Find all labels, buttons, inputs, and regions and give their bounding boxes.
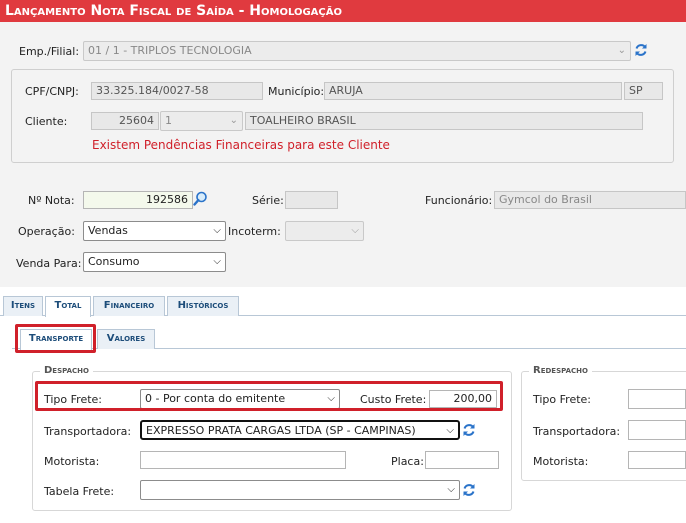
cliente-seq-value: 1 — [165, 114, 172, 127]
operacao-select[interactable]: Vendas ⌵ — [83, 221, 226, 241]
redespacho-tipo-frete-label: Tipo Frete: — [533, 393, 592, 406]
nota-label: Nº Nota: — [28, 194, 75, 207]
refresh-icon[interactable] — [633, 42, 649, 58]
municipio-label: Município: — [268, 85, 325, 98]
chevron-down-icon: ⌵ — [213, 256, 221, 267]
venda-label: Venda Para: — [16, 257, 82, 270]
venda-select[interactable]: Consumo ⌵ — [83, 252, 226, 272]
magnifier-icon[interactable] — [193, 191, 208, 206]
tab-financeiro[interactable]: Financeiro — [93, 296, 165, 316]
tab-total[interactable]: Total — [45, 296, 91, 317]
despacho-legend: Despacho — [40, 365, 93, 376]
cpf-field[interactable]: 33.325.184/0027-58 — [91, 82, 263, 100]
placa-field[interactable] — [425, 451, 499, 469]
municipio-field[interactable]: ARUJA — [324, 82, 622, 100]
redespacho-legend: Redespacho — [529, 365, 592, 376]
operacao-select-value: Vendas — [88, 224, 128, 237]
transportadora-label: Transportadora: — [44, 425, 132, 438]
motorista-field[interactable] — [140, 451, 346, 469]
highlight-frete-row — [35, 381, 503, 411]
refresh-icon[interactable] — [461, 482, 477, 498]
cpf-label: CPF/CNPJ: — [25, 85, 79, 98]
chevron-down-icon: ⌵ — [213, 225, 221, 236]
emp-select-value: 01 / 1 - TRIPLOS TECNOLOGIA — [88, 44, 252, 57]
cliente-code-field[interactable]: 25604 — [91, 112, 159, 130]
cliente-label: Cliente: — [25, 115, 68, 128]
tab-itens[interactable]: Itens — [3, 296, 43, 316]
emp-select[interactable]: 01 / 1 - TRIPLOS TECNOLOGIA ⌄ — [83, 41, 631, 61]
cliente-name-field[interactable]: TOALHEIRO BRASIL — [245, 112, 643, 130]
uf-field[interactable]: SP — [624, 82, 663, 100]
venda-select-value: Consumo — [88, 255, 140, 268]
chevron-down-icon: ⌵ — [351, 225, 359, 236]
redespacho-motorista-label: Motorista: — [533, 455, 589, 468]
serie-field[interactable] — [285, 191, 338, 209]
redespacho-tipo-frete-select[interactable] — [628, 389, 686, 409]
tab-historicos[interactable]: Históricos — [167, 296, 239, 316]
nota-field[interactable]: 192586 — [83, 191, 193, 209]
funcionario-field[interactable]: Gymcol do Brasil — [494, 191, 686, 209]
funcionario-label: Funcionário: — [425, 194, 493, 207]
incoterm-select[interactable]: ⌵ — [285, 221, 364, 241]
cliente-seq-select[interactable]: 1 ⌄ — [160, 111, 243, 131]
page-title: Lançamento Nota Fiscal de Saída - Homolo… — [0, 0, 686, 22]
transportadora-select[interactable]: EXPRESSO PRATA CARGAS LTDA (SP - CAMPINA… — [140, 420, 460, 440]
redespacho-transportadora-label: Transportadora: — [533, 425, 621, 438]
transportadora-value: EXPRESSO PRATA CARGAS LTDA (SP - CAMPINA… — [146, 424, 416, 437]
chevron-down-icon: ⌄ — [617, 45, 626, 56]
financial-warning: Existem Pendências Financeiras para este… — [92, 138, 390, 152]
motorista-label: Motorista: — [44, 455, 100, 468]
tabela-frete-label: Tabela Frete: — [44, 485, 115, 498]
tab-valores[interactable]: Valores — [97, 329, 155, 349]
highlight-transporte-tab — [15, 324, 96, 353]
serie-label: Série: — [252, 194, 284, 207]
refresh-icon[interactable] — [461, 422, 477, 438]
chevron-down-icon: ⌄ — [229, 115, 238, 126]
chevron-down-icon: ⌵ — [446, 425, 454, 436]
placa-label: Placa: — [391, 455, 424, 468]
tabela-frete-select[interactable]: ⌵ — [140, 480, 460, 500]
emp-label: Emp./Filial: — [19, 45, 80, 58]
incoterm-label: Incoterm: — [228, 225, 281, 238]
redespacho-motorista-field[interactable] — [628, 451, 686, 469]
operacao-label: Operação: — [18, 225, 75, 238]
redespacho-transportadora-select[interactable] — [628, 420, 686, 440]
chevron-down-icon: ⌵ — [447, 484, 455, 495]
